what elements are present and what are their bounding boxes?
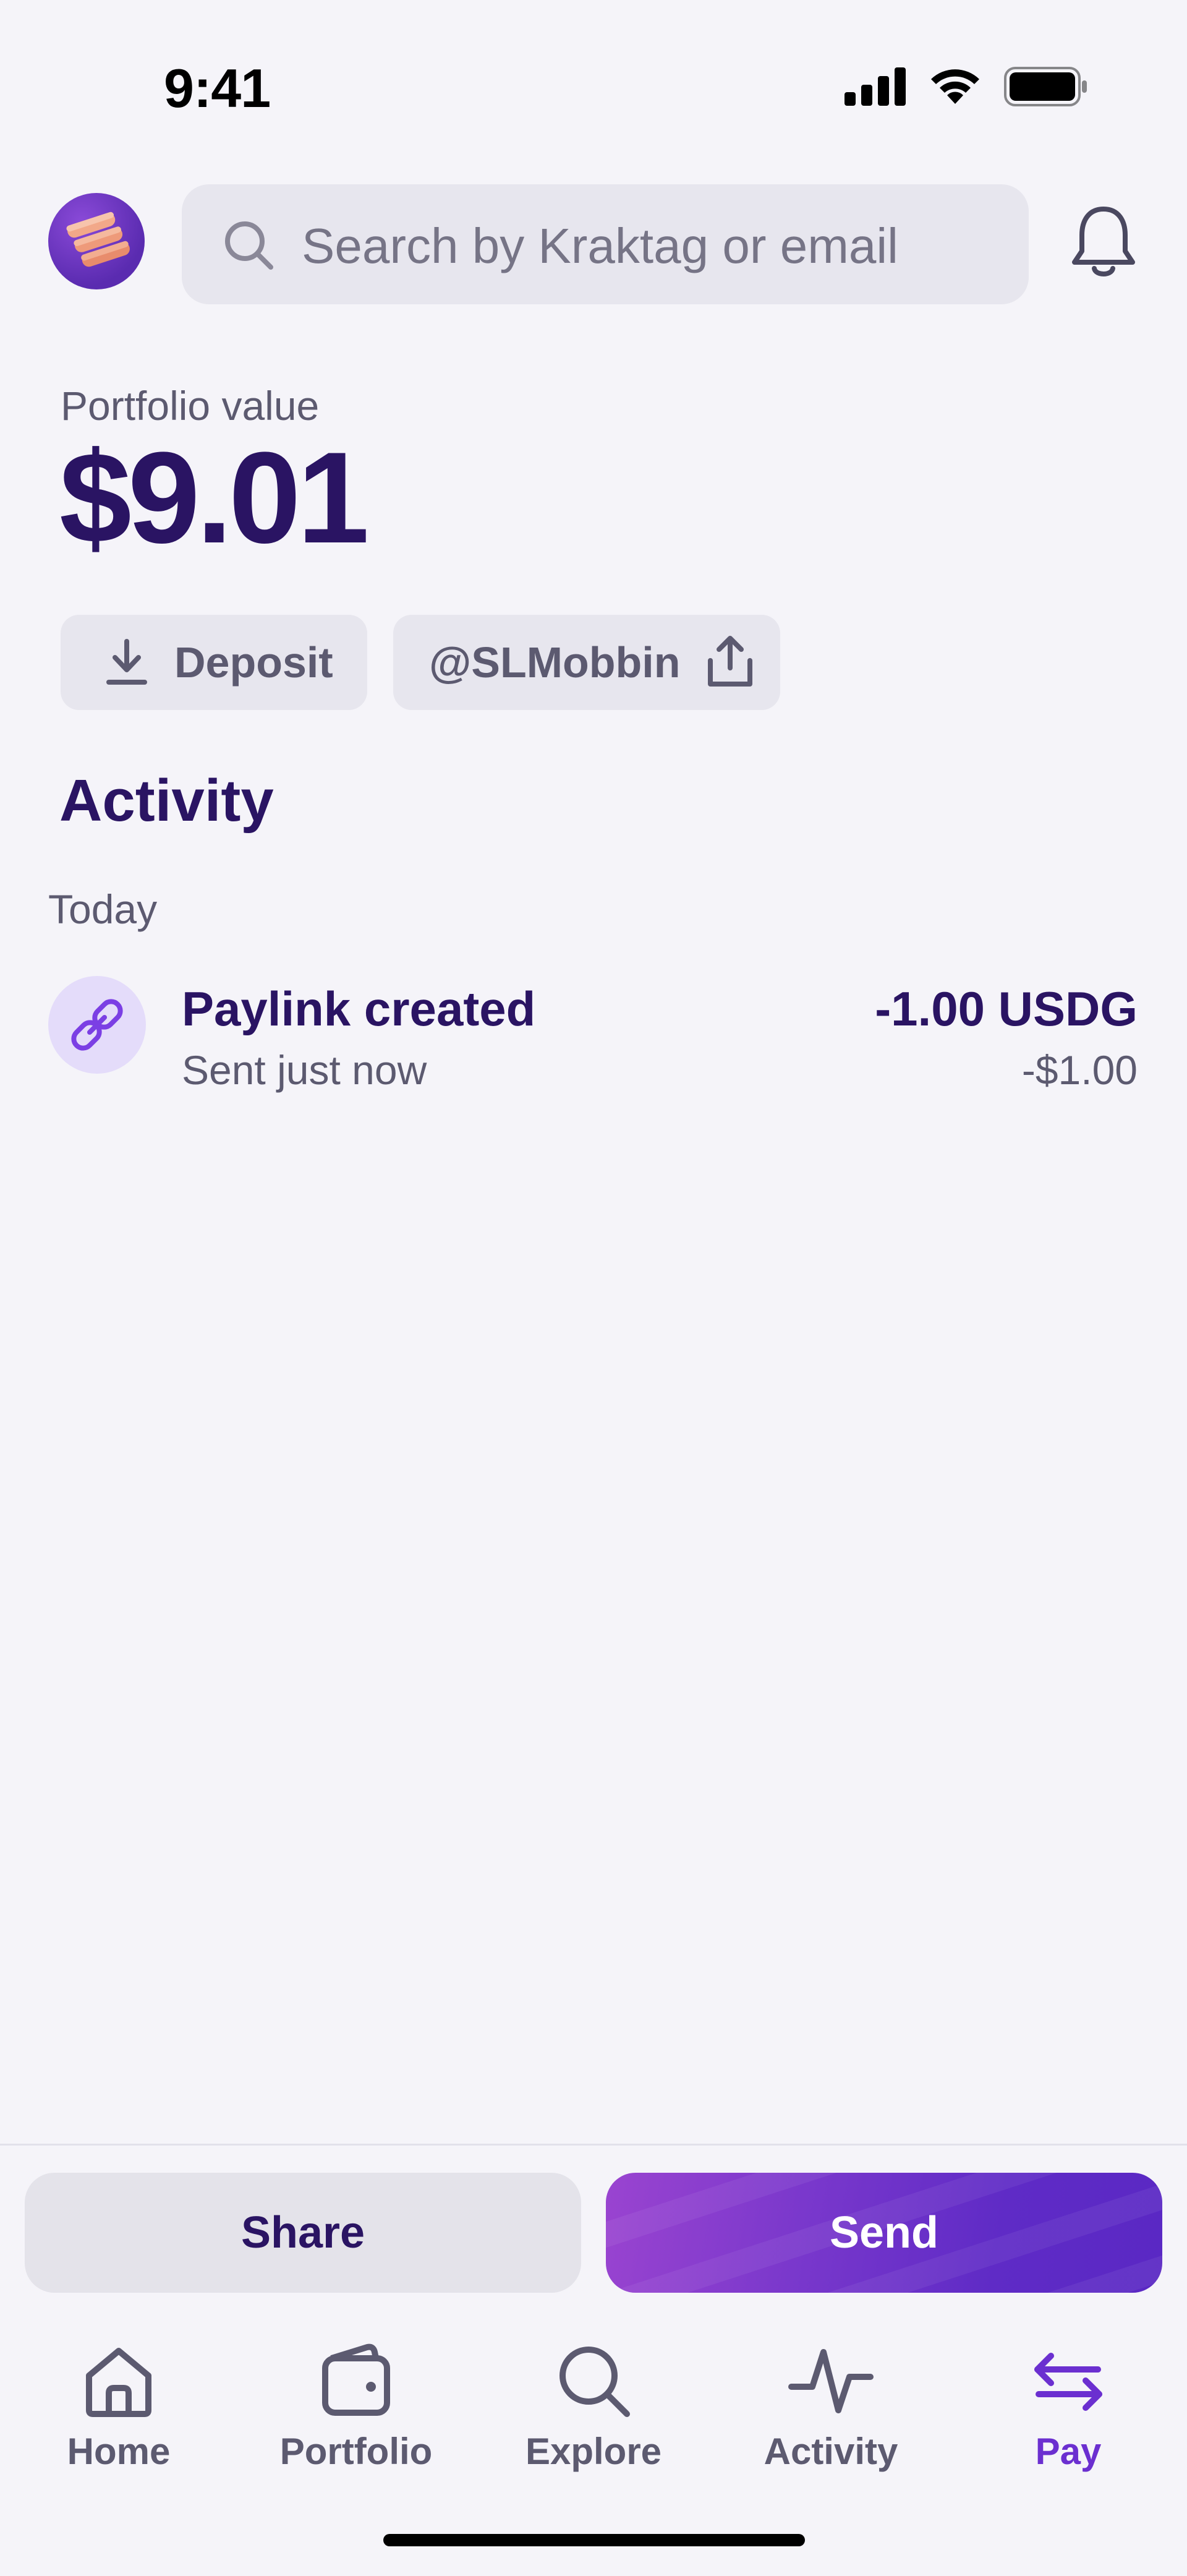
list-item[interactable]: Paylink created Sent just now -1.00 USDG…	[0, 971, 1187, 1101]
send-button[interactable]: Send	[606, 2173, 1162, 2293]
tab-activity[interactable]: Activity	[712, 2337, 950, 2498]
tab-portfolio[interactable]: Portfolio	[237, 2337, 475, 2498]
handle-label: @SLMobbin	[429, 638, 681, 687]
tab-explore[interactable]: Explore	[475, 2337, 712, 2498]
activity-heading: Activity	[59, 768, 274, 834]
download-icon	[106, 639, 147, 685]
portfolio-label: Portfolio value	[61, 383, 320, 429]
status-icons	[845, 67, 1088, 106]
tab-portfolio-label: Portfolio	[279, 2431, 433, 2472]
status-bar: 9:41	[0, 0, 1187, 161]
deposit-label: Deposit	[174, 638, 333, 687]
tab-home[interactable]: Home	[0, 2337, 237, 2498]
transaction-amount: -1.00 USDG	[875, 982, 1138, 1036]
bottom-panel: Share Send Home Portfolio Explore Activi…	[0, 2144, 1187, 2576]
transaction-title: Paylink created	[182, 982, 536, 1036]
activity-group-label: Today	[48, 886, 158, 932]
send-button-label: Send	[829, 2208, 939, 2257]
search-placeholder: Search by Kraktag or email	[302, 218, 898, 273]
share-handle-button[interactable]: @SLMobbin	[393, 615, 780, 710]
transaction-icon	[48, 976, 146, 1074]
home-icon	[86, 2348, 151, 2417]
search-input[interactable]: Search by Kraktag or email	[182, 184, 1029, 304]
transaction-fiat: -$1.00	[1021, 1047, 1138, 1093]
tab-pay[interactable]: Pay	[950, 2337, 1187, 2498]
transaction-subtitle: Sent just now	[182, 1047, 427, 1093]
bell-icon[interactable]	[1070, 203, 1138, 281]
transfer-icon	[1034, 2353, 1102, 2411]
search-icon	[225, 221, 273, 270]
deposit-button[interactable]: Deposit	[61, 615, 367, 710]
profile-logo-icon	[66, 212, 130, 267]
top-bar: Search by Kraktag or email	[0, 184, 1187, 304]
tab-explore-label: Explore	[525, 2431, 662, 2472]
tab-home-label: Home	[67, 2431, 171, 2472]
portfolio-value: $9.01	[59, 425, 370, 570]
share-button-label: Share	[240, 2208, 365, 2257]
link-icon	[71, 999, 123, 1051]
home-indicator	[383, 2534, 805, 2546]
tab-bar: Home Portfolio Explore Activity Pay	[0, 2337, 1187, 2498]
search-icon	[559, 2347, 630, 2417]
battery-icon	[1004, 67, 1087, 106]
avatar[interactable]	[48, 193, 145, 289]
pulse-icon	[788, 2349, 874, 2413]
tab-activity-label: Activity	[764, 2431, 898, 2472]
status-time: 9:41	[164, 58, 271, 119]
tab-pay-label: Pay	[1035, 2431, 1102, 2472]
share-icon	[707, 636, 752, 687]
wifi-icon	[931, 69, 979, 104]
cellular-signal-icon	[845, 67, 906, 106]
wallet-icon	[322, 2343, 390, 2416]
share-button[interactable]: Share	[25, 2173, 581, 2293]
